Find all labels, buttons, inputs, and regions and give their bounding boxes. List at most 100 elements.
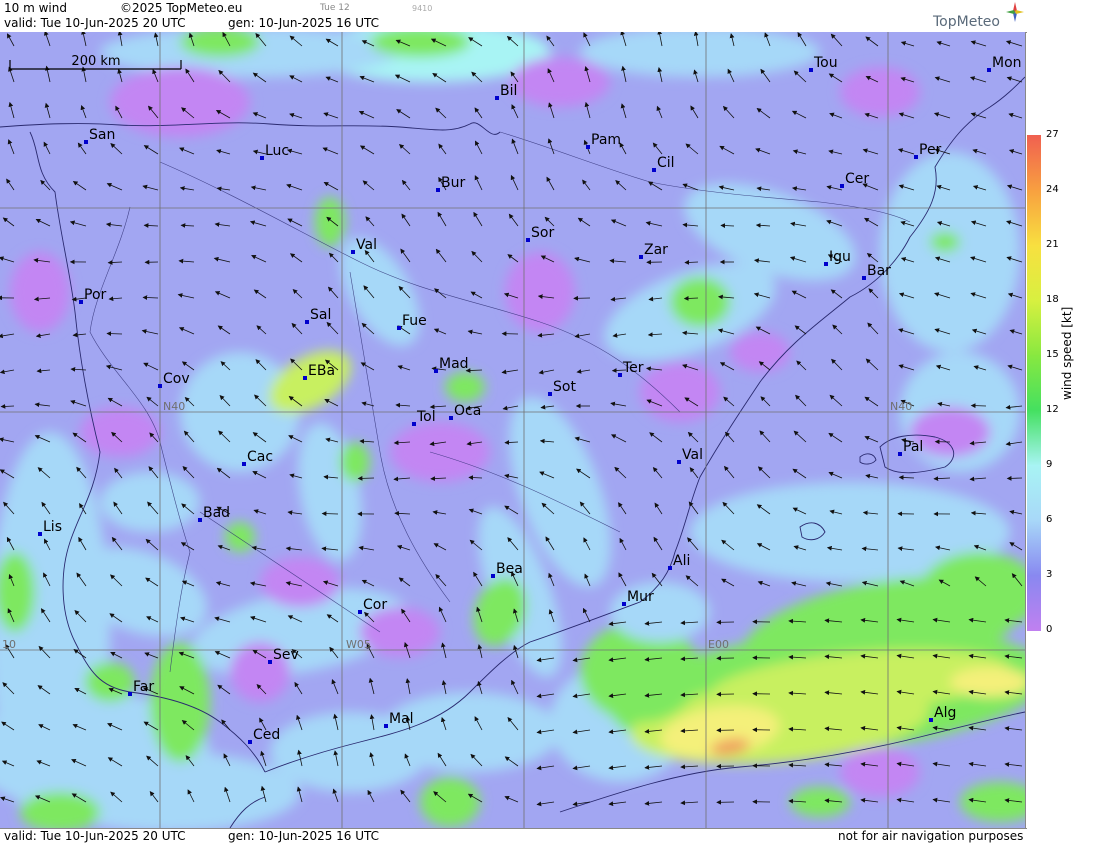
wind-arrow xyxy=(972,406,987,407)
city-label: Luc xyxy=(265,143,289,159)
city-dot xyxy=(495,96,499,100)
city-label: Tou xyxy=(813,55,838,71)
city-marker: Sev xyxy=(268,647,299,664)
city-marker: Mur xyxy=(622,589,654,606)
city-marker: Bur xyxy=(436,175,465,192)
footer-valid-time: valid: Tue 10-Jun-2025 20 UTC xyxy=(4,829,185,843)
city-label: Bur xyxy=(441,175,465,191)
city-dot xyxy=(840,184,844,188)
city-dot xyxy=(84,140,88,144)
grid-label: N40 xyxy=(163,400,185,413)
city-label: Cer xyxy=(845,171,869,187)
wind-speed-area xyxy=(610,582,710,642)
wind-arrow xyxy=(358,478,374,479)
city-label: Bea xyxy=(496,561,523,577)
footer-generated-time: gen: 10-Jun-2025 16 UTC xyxy=(228,829,379,843)
wind-speed-area xyxy=(510,57,610,107)
city-marker: Pam xyxy=(586,132,621,149)
grid-label: E00 xyxy=(708,638,729,651)
city-dot xyxy=(128,692,132,696)
wind-speed-area xyxy=(260,557,340,607)
city-label: Lis xyxy=(43,519,62,535)
city-label: Por xyxy=(84,287,107,303)
city-label: Pam xyxy=(591,132,621,148)
wind-speed-area xyxy=(930,232,960,252)
city-dot xyxy=(449,416,453,420)
generated-time: gen: 10-Jun-2025 16 UTC xyxy=(228,16,379,30)
footer-disclaimer: not for air navigation purposes xyxy=(838,829,1023,843)
city-marker: Cer xyxy=(840,171,869,188)
colorbar-tick-label: 18 xyxy=(1046,294,1059,305)
city-dot xyxy=(397,326,401,330)
city-dot xyxy=(436,188,440,192)
scale-bar-label: 200 km xyxy=(71,54,120,69)
grid-label: N40 xyxy=(890,400,912,413)
grid-label: W05 xyxy=(346,638,371,651)
colorbar-band xyxy=(1027,355,1041,411)
city-marker: Cor xyxy=(358,597,387,614)
city-marker: Ced xyxy=(248,727,280,744)
city-label: Ter xyxy=(622,360,644,376)
topmeteo-logo[interactable]: TopMeteo xyxy=(930,2,1025,32)
colorbar-tick-label: 15 xyxy=(1046,349,1059,360)
city-dot xyxy=(677,460,681,464)
city-label: San xyxy=(89,127,115,143)
city-marker: Mad xyxy=(434,356,469,373)
city-dot xyxy=(824,262,828,266)
wind-speed-area xyxy=(225,522,255,552)
city-dot xyxy=(79,300,83,304)
city-label: Cil xyxy=(657,155,675,171)
city-dot xyxy=(929,718,933,722)
city-dot xyxy=(618,373,622,377)
city-label: Ali xyxy=(673,553,690,569)
city-label: Zar xyxy=(644,242,668,258)
city-dot xyxy=(158,384,162,388)
colorbar-band xyxy=(1027,465,1041,521)
city-label: Fue xyxy=(402,313,427,329)
colorbar-tick-label: 0 xyxy=(1046,624,1052,635)
city-label: Bar xyxy=(867,263,891,279)
city-marker: Sor xyxy=(526,225,554,242)
step-label: Tue 12 xyxy=(320,3,350,13)
city-dot xyxy=(260,156,264,160)
wind-arrow xyxy=(1008,478,1023,479)
city-dot xyxy=(305,320,309,324)
city-dot xyxy=(38,532,42,536)
valid-time: valid: Tue 10-Jun-2025 20 UTC xyxy=(4,16,185,30)
city-marker: Mal xyxy=(384,711,414,728)
wind-speed-area xyxy=(640,362,720,422)
city-marker: San xyxy=(84,127,115,144)
city-label: Sal xyxy=(310,307,331,323)
colorbar-band xyxy=(1027,190,1041,246)
city-label: Ced xyxy=(253,727,280,743)
colorbar-tick-label: 27 xyxy=(1046,129,1059,140)
city-marker: Cac xyxy=(242,449,273,466)
wind-speed-area xyxy=(340,442,370,482)
city-label: Bil xyxy=(500,83,517,99)
city-label: Cac xyxy=(247,449,273,465)
wind-speed-area xyxy=(840,747,920,797)
wind-map[interactable]: N40N40W05E0010 200 km SanLucBilPamCilTou… xyxy=(0,32,1026,828)
city-label: Sev xyxy=(273,647,299,663)
header-bar: 10 m wind ©2025 TopMeteo.eu Tue 12 9410 … xyxy=(0,0,1027,33)
wind-speed-area xyxy=(730,332,790,372)
city-label: Alg xyxy=(934,705,956,721)
city-dot xyxy=(303,376,307,380)
city-label: Cov xyxy=(163,371,190,387)
compass-icon xyxy=(1006,2,1024,22)
colorbar-tick-label: 3 xyxy=(1046,569,1052,580)
city-marker: Cov xyxy=(158,371,190,388)
city-label: Val xyxy=(356,237,377,253)
colorbar-band xyxy=(1027,300,1041,356)
colorbar-tick-label: 21 xyxy=(1046,239,1059,250)
city-dot xyxy=(384,724,388,728)
city-label: Val xyxy=(682,447,703,463)
city-dot xyxy=(412,422,416,426)
wind-speed-area xyxy=(100,472,200,532)
city-marker: Alg xyxy=(929,705,956,722)
wind-speed-area xyxy=(110,67,250,137)
city-dot xyxy=(862,276,866,280)
colorbar-tick-label: 6 xyxy=(1046,514,1052,525)
wind-speed-area xyxy=(445,372,485,402)
city-dot xyxy=(898,452,902,456)
